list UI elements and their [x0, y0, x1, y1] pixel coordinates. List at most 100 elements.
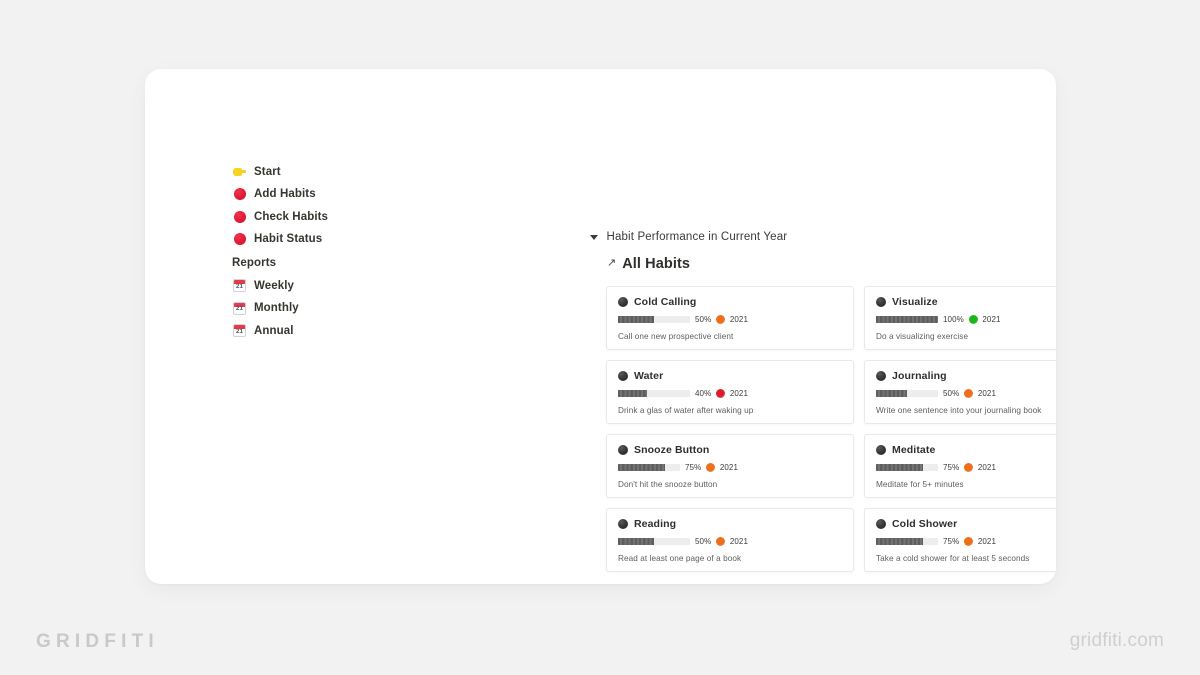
habit-progress-fill [876, 463, 923, 472]
habit-bullet-icon [618, 371, 628, 381]
habit-card[interactable]: Journaling 50% 2021 Write one sentence into… [864, 360, 1056, 424]
sidebar-item-check-habits[interactable]: Check Habits [232, 206, 412, 227]
triangle-down-icon[interactable] [590, 234, 598, 240]
habit-title: Cold Calling [634, 296, 697, 308]
habit-title: Reading [634, 518, 677, 530]
calendar-icon-glyph: 21 [233, 324, 246, 337]
habit-card-meta-row: 100% 2021 [876, 315, 1056, 324]
habit-progress-bar [876, 463, 938, 472]
red-circle-icon [232, 232, 247, 247]
sidebar-item-start[interactable]: Start [232, 161, 412, 182]
habit-percent-label: 100% [943, 315, 964, 324]
habit-percent-label: 50% [695, 315, 712, 324]
sidebar-item-label: Check Habits [254, 210, 329, 223]
habit-progress-bar [618, 315, 690, 324]
app-panel: Start Add Habits Check Habits Habit Status R… [145, 69, 1056, 584]
sidebar-item-habit-status[interactable]: Habit Status [232, 229, 412, 250]
habit-status-dot [968, 315, 978, 324]
sidebar-item-label: Annual [254, 324, 294, 337]
calendar-icon: 21 [232, 301, 247, 316]
habit-card[interactable]: Cold Calling 50% 2021 Call one new prospect… [606, 286, 854, 350]
habit-progress-fill [618, 389, 647, 398]
calendar-icon-day: 21 [236, 327, 243, 335]
arrow-up-right-icon: ↗ [607, 256, 617, 269]
habit-year-label: 2021 [729, 315, 749, 324]
habit-year-label: 2021 [729, 537, 749, 546]
calendar-icon-day: 21 [236, 282, 243, 290]
habit-progress-fill [876, 389, 907, 398]
pointing-hand-icon-glyph [233, 166, 246, 177]
habit-progress-fill [618, 463, 665, 472]
sidebar-item-monthly[interactable]: 21 Monthly [232, 298, 412, 319]
habit-progress-fill [876, 315, 938, 324]
habit-card-meta-row: 50% 2021 [618, 537, 842, 546]
habit-year-label: 2021 [982, 315, 1001, 324]
calendar-icon: 21 [232, 278, 247, 293]
habit-description: Do a visualizing exercise [876, 332, 969, 341]
section-heading-text: All Habits [622, 256, 691, 272]
red-circle-icon-glyph [233, 210, 246, 223]
habit-card[interactable]: Reading 50% 2021 Read at least one page of … [606, 508, 854, 572]
red-circle-icon-glyph [233, 188, 246, 200]
habit-status-dot [964, 537, 974, 546]
habit-status-dot [964, 389, 974, 398]
sidebar-item-label: Add Habits [254, 188, 316, 200]
habit-title: Meditate [892, 444, 936, 456]
sidebar-item-label: Habit Status [254, 233, 323, 245]
habit-percent-label: 50% [943, 389, 960, 398]
habit-card-title-row: Cold Shower [876, 518, 1056, 530]
habit-description: Call one new prospective client [618, 332, 734, 341]
habit-card-meta-row: 50% 2021 [876, 389, 1056, 398]
pointing-hand-icon [232, 164, 247, 179]
red-circle-icon [232, 187, 247, 202]
habit-year-label: 2021 [977, 537, 997, 546]
section-heading[interactable]: ↗ All Habits [607, 256, 1056, 272]
habit-percent-label: 75% [685, 463, 702, 472]
sidebar-item-annual[interactable]: 21 Annual [232, 320, 412, 341]
habit-description: Read at least one page of a book [618, 554, 742, 563]
habit-description: Don't hit the snooze button [618, 480, 718, 489]
sidebar-item-weekly[interactable]: 21 Weekly [232, 275, 412, 296]
calendar-icon: 21 [232, 323, 247, 338]
habit-card-title-row: Meditate [876, 444, 1056, 456]
habit-percent-label: 40% [695, 389, 712, 398]
habit-year-label: 2021 [719, 463, 739, 472]
watermark-brand: GRIDFITI [36, 631, 159, 652]
habit-card-title-row: Snooze Button [618, 444, 842, 456]
habit-progress-fill [618, 315, 654, 324]
habit-percent-label: 75% [943, 537, 960, 546]
toggle-block-header[interactable]: Habit Performance in Current Year [590, 229, 1056, 245]
habit-bullet-icon [618, 445, 628, 455]
habit-title: Journaling [892, 370, 947, 382]
habit-progress-fill [876, 537, 923, 546]
habit-progress-bar [876, 389, 938, 398]
habit-description: Drink a glas of water after waking up [618, 406, 754, 415]
sidebar-item-add-habits[interactable]: Add Habits [232, 184, 412, 205]
habit-card[interactable]: Snooze Button 75% 2021 Don't hit the snooze… [606, 434, 854, 498]
calendar-icon-glyph: 21 [233, 279, 246, 292]
habit-bullet-icon [876, 445, 886, 455]
habit-card-title-row: Journaling [876, 370, 1056, 382]
habit-progress-bar [876, 315, 938, 324]
habit-status-dot [964, 463, 974, 472]
habit-card-grid: Cold Calling 50% 2021 Call one new prospect… [606, 286, 1056, 572]
habit-progress-bar [876, 537, 938, 546]
red-circle-icon [232, 209, 247, 224]
habit-bullet-icon [876, 371, 886, 381]
habit-card[interactable]: Meditate 75% 2021 Meditate for 5+ minutes [864, 434, 1056, 498]
habit-card-title-row: Visualize [876, 296, 1056, 308]
habit-progress-bar [618, 537, 690, 546]
habit-title: Snooze Button [634, 444, 710, 456]
habit-title: Water [634, 370, 664, 382]
sidebar-item-label: Start [254, 165, 281, 178]
habit-card[interactable]: Water 40% 2021 Drink a glas of water after … [606, 360, 854, 424]
habit-card-meta-row: 75% 2021 [876, 463, 1056, 472]
habit-description: Meditate for 5+ minutes [876, 480, 964, 489]
habit-card[interactable]: Cold Shower 75% 2021 Take a cold shower for… [864, 508, 1056, 572]
sidebar-section-title-reports: Reports [232, 256, 277, 269]
habit-title: Cold Shower [892, 518, 958, 530]
habit-card[interactable]: Visualize 100% 2021 Do a visualizing exerci… [864, 286, 1056, 350]
habit-progress-bar [618, 463, 680, 472]
red-circle-icon-glyph [233, 233, 246, 245]
habit-bullet-icon [618, 519, 628, 529]
